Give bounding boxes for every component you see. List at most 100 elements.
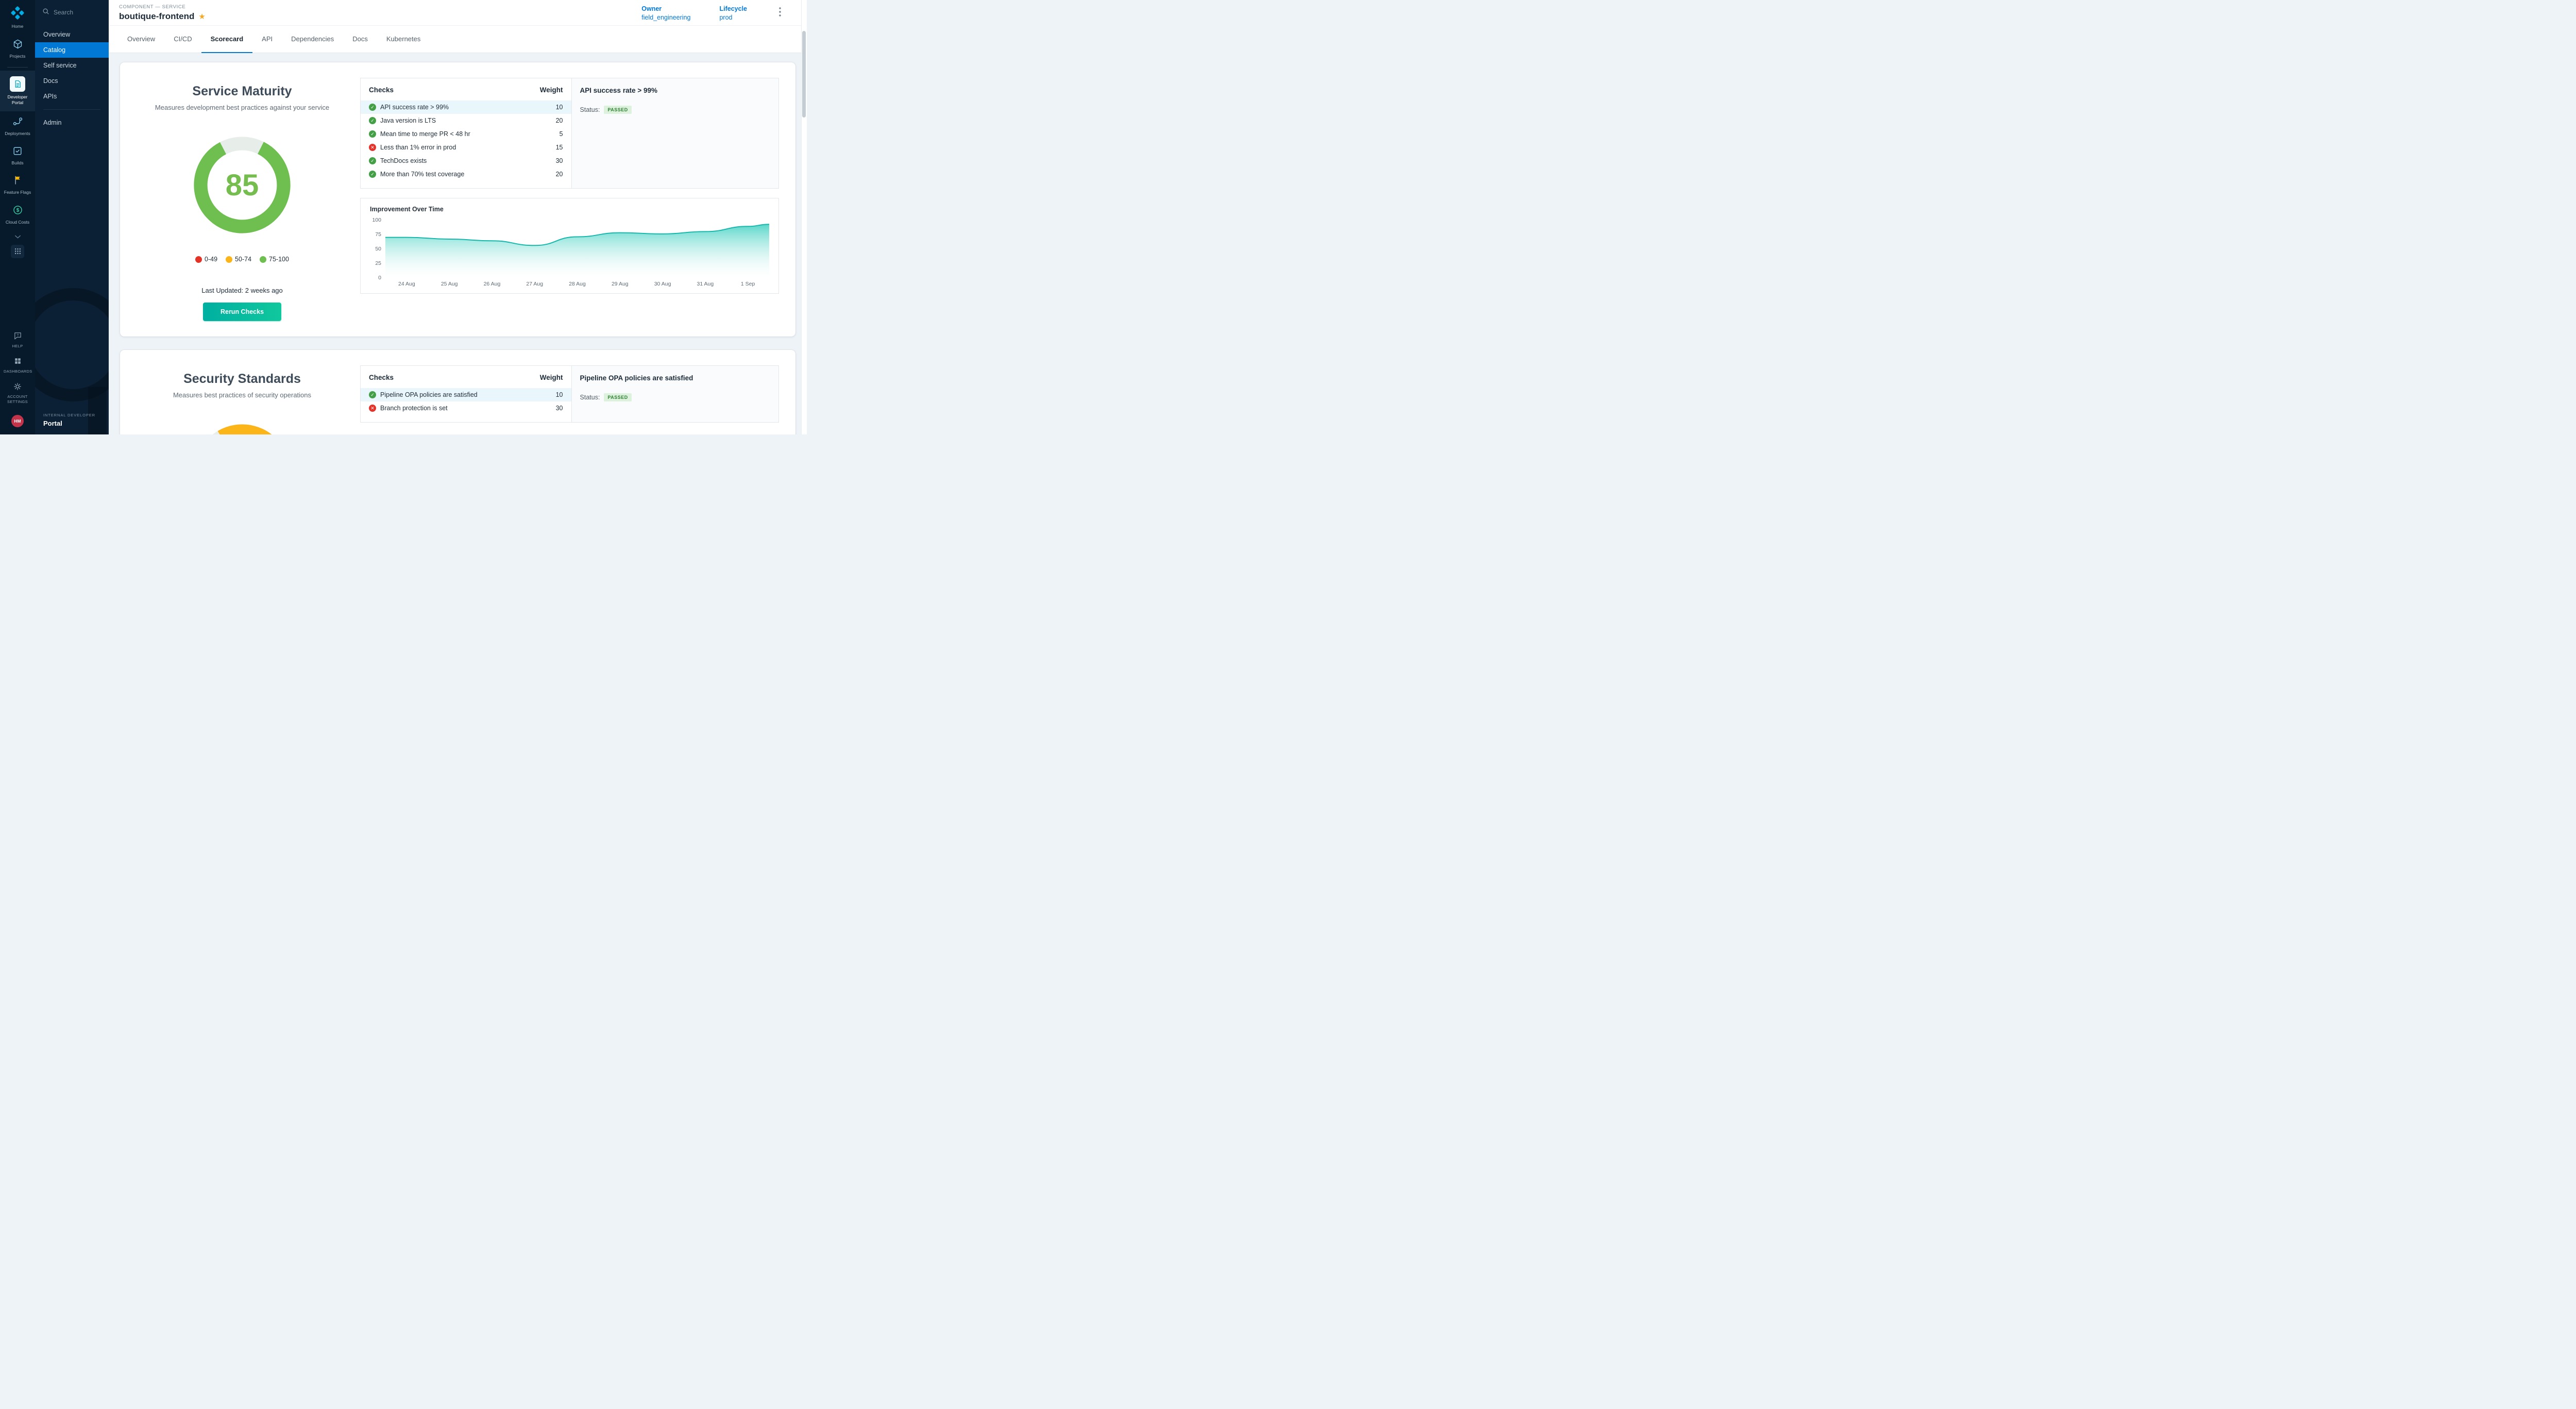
- legend-dot-green: [260, 256, 266, 263]
- check-weight: 5: [560, 130, 563, 138]
- tab-api[interactable]: API: [252, 26, 282, 53]
- nav-cloud-costs[interactable]: $ Cloud Costs: [0, 200, 36, 230]
- check-detail-title: API success rate > 99%: [580, 87, 770, 94]
- kebab-menu-icon[interactable]: [776, 5, 784, 19]
- check-weight: 30: [556, 405, 563, 412]
- sidebar-item-catalog[interactable]: Catalog: [35, 42, 109, 58]
- chart-title: Improvement Over Time: [370, 206, 769, 213]
- maturity-details: Checks Weight API success rate > 99% 10 …: [360, 78, 779, 321]
- check-label: Less than 1% error in prod: [380, 144, 552, 151]
- nav-dashboards[interactable]: DASHBOARDS: [0, 353, 36, 378]
- check-row[interactable]: Branch protection is set 30: [361, 401, 571, 415]
- nav-label: Home: [12, 24, 24, 29]
- tab-cicd[interactable]: CI/CD: [164, 26, 201, 53]
- help-bubble-icon: ?: [13, 331, 22, 342]
- maturity-score-value: 85: [188, 131, 296, 239]
- check-label: Java version is LTS: [380, 117, 552, 124]
- check-row[interactable]: Mean time to merge PR < 48 hr 5: [361, 127, 571, 141]
- favorite-star-icon[interactable]: ★: [198, 13, 205, 21]
- sidebar-divider: [43, 109, 100, 110]
- score-legend: 0-49 50-74 75-100: [195, 256, 289, 263]
- checks-header: Checks: [369, 86, 394, 94]
- weight-header: Weight: [540, 86, 563, 94]
- nav-label: Developer Portal: [3, 94, 32, 106]
- check-row[interactable]: TechDocs exists 30: [361, 154, 571, 167]
- nav-help[interactable]: ? HELP: [0, 327, 36, 353]
- entity-header: COMPONENT — SERVICE boutique-frontend ★ …: [109, 0, 807, 26]
- tab-docs[interactable]: Docs: [343, 26, 377, 53]
- owner-value[interactable]: field_engineering: [641, 14, 690, 21]
- check-row[interactable]: More than 70% test coverage 20: [361, 167, 571, 181]
- nav-projects[interactable]: Projects: [0, 34, 36, 64]
- nav-developer-portal[interactable]: Developer Portal: [0, 71, 36, 111]
- security-standards-card: Security Standards Measures best practic…: [120, 350, 795, 434]
- page-title: boutique-frontend: [119, 11, 194, 22]
- app-root: Home Projects Developer Portal: [0, 0, 807, 434]
- scorecard-subtitle: Measures development best practices agai…: [155, 104, 329, 111]
- check-label: TechDocs exists: [380, 157, 552, 164]
- tab-dependencies[interactable]: Dependencies: [282, 26, 343, 53]
- tab-overview[interactable]: Overview: [118, 26, 164, 53]
- nav-label: Feature Flags: [4, 190, 31, 195]
- sidebar-item-docs[interactable]: Docs: [35, 73, 109, 89]
- legend-dot-red: [195, 256, 202, 263]
- legend-dot-yellow: [226, 256, 232, 263]
- x-tick-label: 30 Aug: [641, 281, 684, 287]
- check-weight: 20: [556, 171, 563, 178]
- rail-divider: [7, 67, 28, 68]
- entity-tabs: Overview CI/CD Scorecard API Dependencie…: [109, 26, 807, 53]
- sidebar-item-overview[interactable]: Overview: [35, 27, 109, 42]
- sidebar-item-admin[interactable]: Admin: [35, 115, 109, 130]
- check-weight: 10: [556, 104, 563, 111]
- last-updated-text: Last Updated: 2 weeks ago: [201, 287, 283, 294]
- chevron-down-icon[interactable]: [14, 230, 21, 242]
- x-tick-label: 24 Aug: [385, 281, 428, 287]
- gear-icon: [13, 382, 22, 392]
- nav-label: Cloud Costs: [6, 220, 29, 225]
- legend-item-low: 0-49: [195, 256, 217, 263]
- user-avatar[interactable]: HM: [11, 415, 24, 427]
- vertical-scrollbar[interactable]: [801, 0, 807, 434]
- scorecard-title: Service Maturity: [192, 84, 292, 99]
- check-passed-icon: [369, 117, 376, 124]
- legend-item-mid: 50-74: [226, 256, 251, 263]
- sidebar-item-self-service[interactable]: Self service: [35, 58, 109, 73]
- check-weight: 10: [556, 391, 563, 398]
- check-row[interactable]: API success rate > 99% 10: [361, 100, 571, 114]
- check-failed-icon: [369, 405, 376, 412]
- check-detail-title: Pipeline OPA policies are satisfied: [580, 374, 770, 382]
- search-input[interactable]: Search: [35, 0, 109, 22]
- nav-deployments[interactable]: Deployments: [0, 111, 36, 141]
- service-maturity-card: Service Maturity Measures development be…: [120, 62, 795, 337]
- check-row[interactable]: Less than 1% error in prod 15: [361, 141, 571, 154]
- module-grid-icon[interactable]: [11, 245, 24, 258]
- check-passed-icon: [369, 157, 376, 164]
- status-badge: PASSED: [604, 393, 631, 401]
- rerun-checks-button[interactable]: Rerun Checks: [203, 303, 281, 321]
- security-details: Checks Weight Pipeline OPA policies are …: [360, 365, 779, 434]
- checks-panel: Checks Weight Pipeline OPA policies are …: [360, 365, 572, 423]
- scorecard-content: Service Maturity Measures development be…: [109, 53, 807, 434]
- sidebar-items: Overview Catalog Self service Docs APIs …: [35, 27, 109, 130]
- check-row[interactable]: Pipeline OPA policies are satisfied 10: [361, 388, 571, 401]
- sidebar-item-apis[interactable]: APIs: [35, 89, 109, 104]
- check-row[interactable]: Java version is LTS 20: [361, 114, 571, 127]
- nav-label: Projects: [10, 54, 26, 59]
- scrollbar-thumb[interactable]: [802, 31, 806, 118]
- status-label: Status:: [580, 106, 600, 113]
- maturity-summary: Service Maturity Measures development be…: [137, 78, 348, 321]
- maturity-donut-chart: 85: [188, 131, 296, 239]
- nav-feature-flags[interactable]: Feature Flags: [0, 171, 36, 199]
- tab-kubernetes[interactable]: Kubernetes: [377, 26, 430, 53]
- check-detail-panel: Pipeline OPA policies are satisfied Stat…: [571, 365, 779, 423]
- check-weight: 30: [556, 157, 563, 164]
- tab-scorecard[interactable]: Scorecard: [201, 26, 253, 53]
- x-tick-label: 28 Aug: [556, 281, 599, 287]
- nav-home[interactable]: Home: [0, 0, 36, 34]
- sidebar-footer-title: Portal: [43, 420, 100, 427]
- nav-builds[interactable]: Builds: [0, 141, 36, 171]
- nav-account-settings[interactable]: ACCOUNT SETTINGS: [0, 378, 36, 409]
- status-badge: PASSED: [604, 106, 631, 114]
- lifecycle-value: prod: [719, 14, 747, 21]
- legend-label: 75-100: [269, 256, 289, 263]
